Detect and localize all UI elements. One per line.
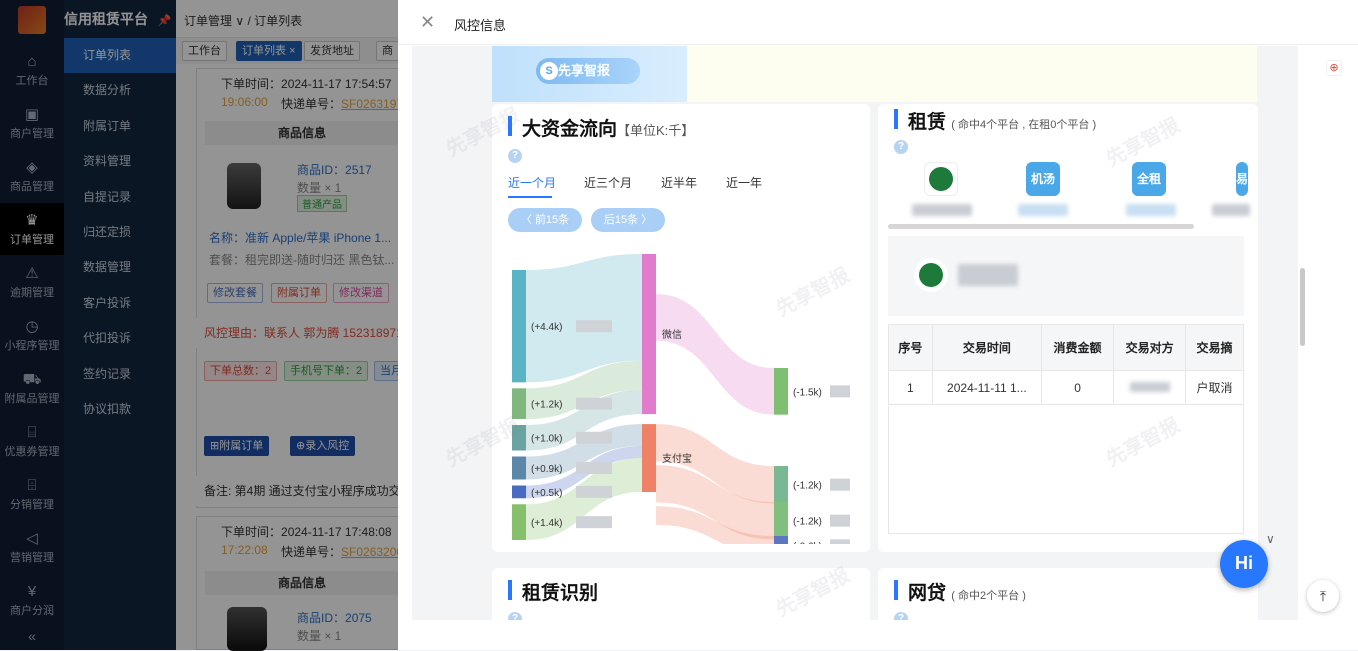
- redacted-label: [576, 462, 612, 474]
- sankey-target-node[interactable]: [774, 536, 788, 544]
- platform-logo: 机汤: [1026, 162, 1060, 196]
- prev-15-button[interactable]: 〈 前15条: [508, 208, 582, 232]
- sankey-source-label: (+0.5k): [531, 488, 562, 499]
- rent-identify-title: 租赁识别: [522, 583, 599, 604]
- table-header-cell: 交易摘: [1185, 324, 1244, 371]
- report-banner: S 先享智报: [492, 46, 687, 102]
- redacted-label: [830, 514, 850, 527]
- platform-logo: [914, 258, 948, 292]
- table-empty-area: [888, 406, 1244, 534]
- table-cell: 2024-11-11 1...: [931, 370, 1043, 405]
- sankey-source-node[interactable]: [512, 485, 526, 499]
- online-loan-card: 网贷 ( 命中2个平台 ) ?: [878, 568, 1258, 620]
- online-loan-title: 网贷 ( 命中2个平台 ): [908, 583, 1026, 604]
- sankey-target-label: (-1.2k): [793, 481, 822, 492]
- table-cell: 0: [1041, 370, 1115, 405]
- sankey-target-label: (-0.6k): [793, 541, 822, 544]
- chevron-down-icon[interactable]: ∨: [1266, 532, 1275, 546]
- sankey-source-node[interactable]: [512, 388, 526, 419]
- sankey-middle-node[interactable]: [642, 424, 656, 492]
- active-period-underline: [508, 196, 552, 198]
- table-header-cell: 交易时间: [931, 324, 1043, 371]
- online-loan-note: ( 命中2个平台 ): [951, 590, 1026, 602]
- back-to-top-icon[interactable]: ⤒: [1307, 580, 1339, 612]
- brand-logo-icon: S: [540, 62, 558, 80]
- platform-logo: 易: [1236, 162, 1248, 196]
- rent-title: 租赁 ( 命中4个平台 , 在租0个平台 ): [908, 112, 1097, 133]
- redacted-label: [576, 431, 612, 444]
- sankey-target-node[interactable]: [774, 368, 788, 415]
- period-tab[interactable]: 近三个月: [584, 174, 632, 191]
- redacted-label: [576, 516, 612, 529]
- platform-name-redacted: [912, 204, 972, 216]
- platform-detail: [888, 236, 1244, 316]
- sankey-middle-node[interactable]: [642, 254, 656, 415]
- platform-logo: [924, 162, 958, 196]
- help-icon[interactable]: ?: [894, 612, 908, 620]
- rent-transactions-table: 序号 交易时间 消费金额 交易对方 交易摘 1 2024-11-11 1... 0 户取消: [888, 324, 1244, 405]
- redacted-counterparty: [1129, 381, 1170, 392]
- next-15-button[interactable]: 后15条 〉: [591, 208, 665, 232]
- sankey-source-label: (+1.0k): [531, 434, 562, 445]
- sankey-source-node[interactable]: [512, 456, 526, 480]
- sankey-link: [656, 294, 774, 415]
- help-icon[interactable]: ?: [508, 612, 522, 620]
- period-tab[interactable]: 近一个月: [508, 174, 556, 191]
- table-header-cell: 交易对方: [1113, 324, 1187, 371]
- rent-card: 租赁 ( 命中4个平台 , 在租0个平台 ) ? 机汤 全租 易 序号 交易时间消…: [878, 104, 1258, 552]
- table-cell: 户取消: [1185, 370, 1244, 405]
- redacted-label: [576, 397, 612, 410]
- help-icon[interactable]: ?: [894, 140, 908, 154]
- table-row: 1 2024-11-11 1... 0 户取消: [888, 370, 1244, 405]
- table-header-cell: 消费金额: [1041, 324, 1115, 371]
- table-cell: 1: [888, 370, 933, 405]
- help-icon[interactable]: ?: [508, 149, 522, 163]
- report-body: S 先享智报 大资金流向【单位K:千】 ? 近一个月 近三个月 近半年 近一年 〈 前…: [412, 46, 1298, 620]
- banner-fill: [687, 46, 1257, 102]
- sankey-source-label: (+0.9k): [531, 464, 562, 475]
- sankey-source-label: (+1.4k): [531, 518, 562, 529]
- platform-name-redacted: [958, 264, 1018, 286]
- platform-name-redacted: [1018, 204, 1068, 216]
- table-header-cell: 序号: [888, 324, 933, 371]
- sankey-target-label: (-1.5k): [793, 387, 822, 398]
- sankey-source-label: (+4.4k): [531, 322, 562, 333]
- table-cell: [1113, 370, 1187, 405]
- fund-flow-card: 大资金流向【单位K:千】 ? 近一个月 近三个月 近半年 近一年 〈 前15条 后15…: [492, 104, 870, 552]
- platform-name-redacted: [1126, 204, 1176, 216]
- chat-assistant-button[interactable]: Hi: [1220, 540, 1268, 588]
- sankey-target-label: (-1.2k): [793, 517, 822, 528]
- redacted-label: [830, 539, 850, 544]
- risk-info-drawer: ✕ 风控信息 ⊕ S 先享智报 大资金流向【单位K:千】 ? 近一个月 近三个月 近…: [398, 0, 1358, 650]
- sankey-source-label: (+1.2k): [531, 400, 562, 411]
- sankey-source-node[interactable]: [512, 270, 526, 383]
- close-icon[interactable]: ✕: [420, 12, 435, 33]
- rent-note: ( 命中4个平台 , 在租0个平台 ): [951, 119, 1097, 131]
- fund-flow-unit: 【单位K:千】: [617, 123, 695, 138]
- plus-circle-icon[interactable]: ⊕: [1326, 60, 1342, 76]
- sankey-middle-label: 支付宝: [662, 452, 692, 465]
- sankey-target-node[interactable]: [774, 466, 788, 504]
- redacted-label: [576, 320, 612, 333]
- sankey-source-node[interactable]: [512, 504, 526, 540]
- brand-badge: S 先享智报: [536, 58, 640, 84]
- brand-name: 先享智报: [558, 63, 611, 78]
- redacted-label: [830, 385, 850, 398]
- fund-flow-title: 大资金流向【单位K:千】: [522, 119, 695, 140]
- platform-scrollbar[interactable]: [888, 224, 1194, 229]
- period-tab[interactable]: 近一年: [726, 174, 762, 191]
- drawer-title: 风控信息: [454, 18, 507, 33]
- platform-logo: 全租: [1132, 162, 1166, 196]
- drawer-scrollbar[interactable]: [1300, 268, 1305, 346]
- drawer-header: ✕ 风控信息: [398, 0, 1358, 45]
- redacted-label: [830, 478, 850, 491]
- sankey-target-node[interactable]: [774, 502, 788, 540]
- period-tab[interactable]: 近半年: [661, 174, 697, 191]
- redacted-label: [576, 485, 612, 498]
- sankey-middle-label: 微信: [662, 328, 682, 341]
- platform-name-redacted: [1212, 204, 1250, 216]
